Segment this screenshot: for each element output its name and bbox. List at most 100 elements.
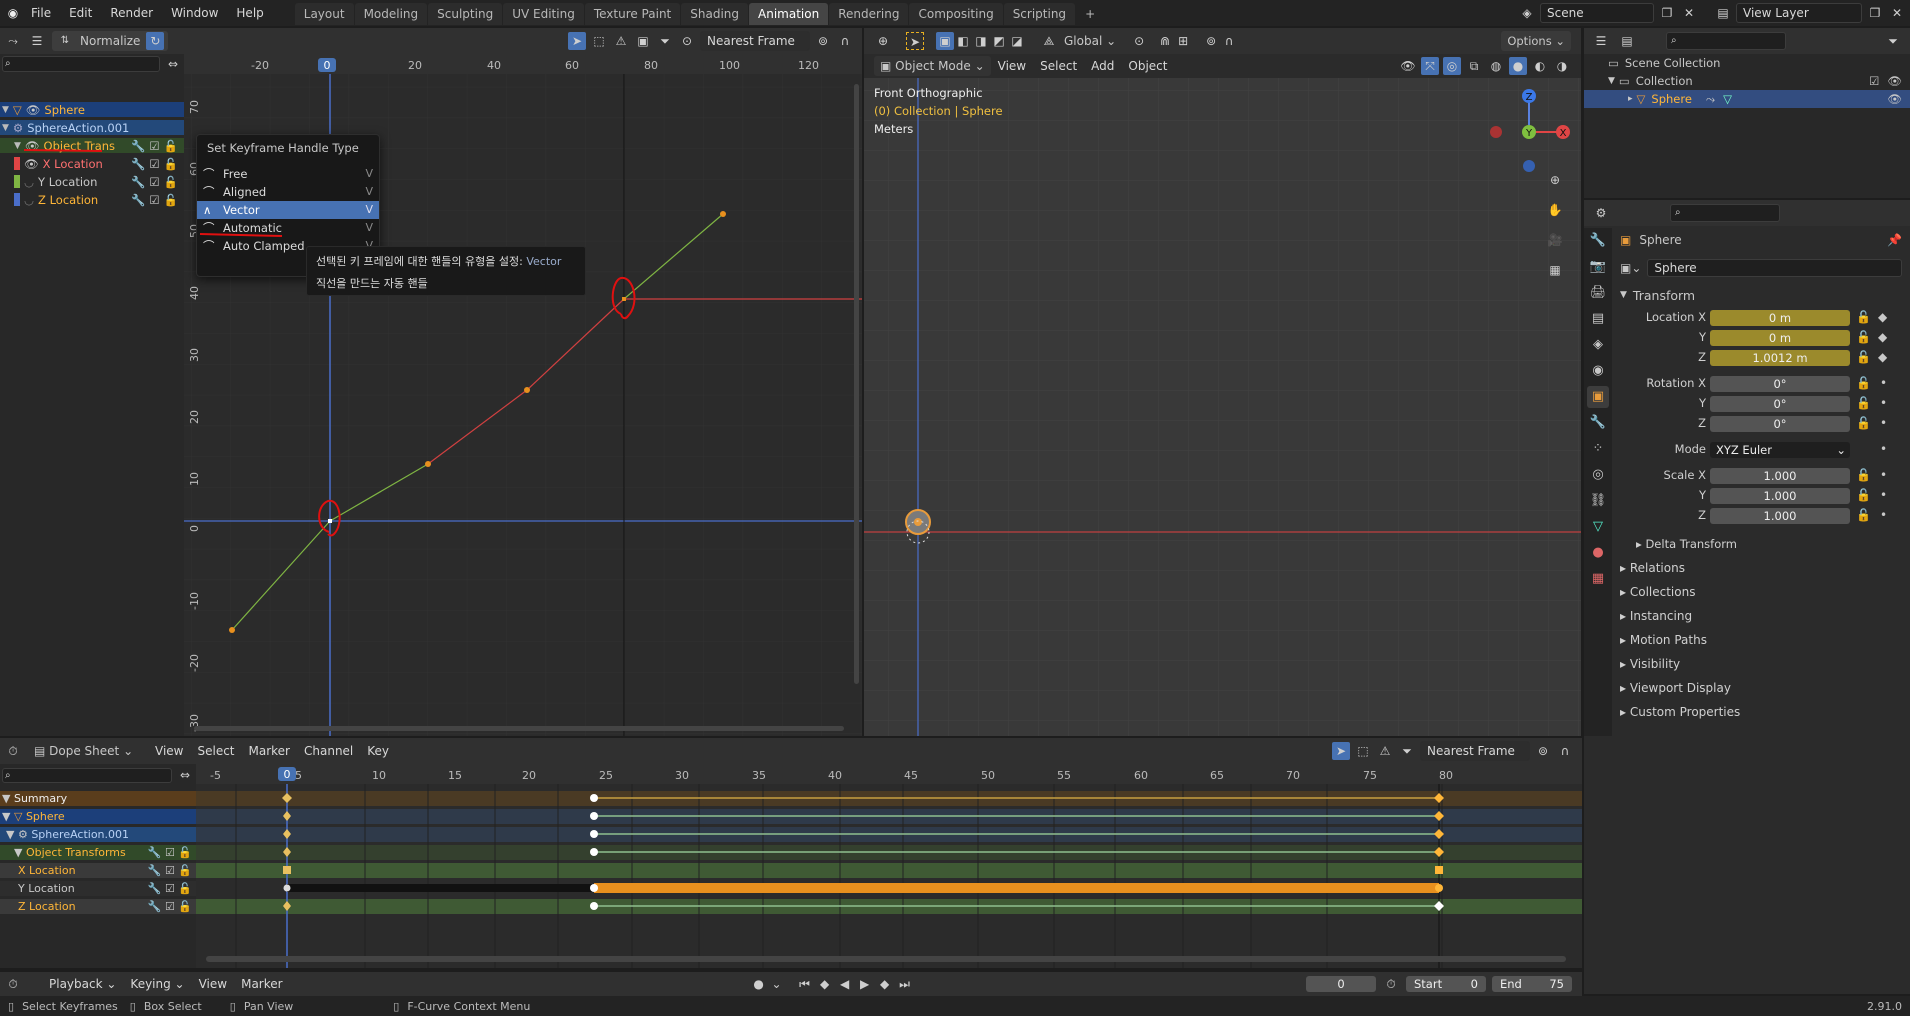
ds-keyframe[interactable] <box>590 812 598 820</box>
close-scene-icon[interactable]: ✕ <box>1680 4 1698 22</box>
delta-transform-panel[interactable]: ▸ Delta Transform <box>1614 534 1910 554</box>
location-z-field[interactable]: 1.0012 m <box>1710 350 1850 366</box>
viewport-menu-object[interactable]: Object <box>1121 55 1174 77</box>
play-reverse-icon[interactable]: ◀ <box>836 975 854 993</box>
editor-type-icon[interactable]: ⏱ <box>4 742 22 760</box>
end-frame-field[interactable]: End 75 <box>1492 976 1572 992</box>
outliner-search-input[interactable]: ⌕ <box>1666 32 1786 50</box>
proportional-edit-icon[interactable]: ⊚ <box>1202 32 1220 50</box>
menu-window[interactable]: Window <box>162 0 227 26</box>
tab-scripting[interactable]: Scripting <box>1003 3 1076 25</box>
lock-icon[interactable]: 🔓 <box>1856 508 1871 522</box>
visibility-eye-icon[interactable]: 👁 <box>1887 92 1902 106</box>
ds-keyframe[interactable] <box>590 830 598 838</box>
dopesheet-menu-select[interactable]: Select <box>190 740 241 762</box>
keyframe-dot-icon[interactable]: • <box>1880 508 1887 522</box>
display-mode-icon[interactable]: ▤ <box>1618 32 1636 50</box>
editor-type-icon[interactable]: ⤳ <box>4 32 22 50</box>
menu-item-free[interactable]: ⌒ Free V <box>197 165 379 183</box>
rotation-z-field[interactable]: 0° <box>1710 416 1850 432</box>
stopwatch-icon[interactable]: ⏱ <box>1382 975 1400 993</box>
visibility-icon[interactable]: 👁 <box>1399 57 1417 75</box>
grid-icon[interactable]: ▦ <box>1543 258 1567 282</box>
keyframe-handle[interactable] <box>229 627 235 633</box>
zoom-icon[interactable]: ⊕ <box>1543 168 1567 192</box>
copy-view-layer-icon[interactable]: ❐ <box>1866 4 1884 22</box>
particles-tab-icon[interactable]: ⁘ <box>1587 438 1609 460</box>
ds-keyframe[interactable] <box>590 902 598 910</box>
ds-keyframe[interactable] <box>590 794 598 802</box>
graph-channel-sphere[interactable]: ▼ ▽ 👁 Sphere <box>0 102 184 117</box>
snap-dropdown[interactable]: Nearest Frame ⌄ <box>700 31 810 66</box>
proportional-edit-icon[interactable]: ⊚ <box>814 32 832 50</box>
data-tab-icon[interactable]: ▽ <box>1587 516 1609 538</box>
tab-rendering[interactable]: Rendering <box>829 3 909 25</box>
output-tab-icon[interactable]: 🖨 <box>1587 282 1609 304</box>
ds-keyframe[interactable] <box>283 884 291 892</box>
scale-x-field[interactable]: 1.000 <box>1710 468 1850 484</box>
intersect-select-icon[interactable]: ◪ <box>1008 32 1026 50</box>
lock-icon[interactable]: 🔓 <box>164 139 178 153</box>
start-frame-field[interactable]: Start 0 <box>1406 976 1486 992</box>
select-tool-icon[interactable]: ➤ <box>906 32 924 50</box>
current-frame-field[interactable]: 0 <box>1306 976 1376 992</box>
xray-icon[interactable]: ⧉ <box>1465 57 1483 75</box>
snap-target-icon[interactable]: ⊞ <box>1174 32 1192 50</box>
graph-channel-y-location[interactable]: ◡ Y Location 🔧 ☑ 🔓 <box>0 174 184 189</box>
object-mode-dropdown[interactable]: ▣ Object Mode ⌄ <box>874 56 991 76</box>
properties-search-input[interactable]: ⌕ <box>1670 204 1780 222</box>
filter-icon[interactable]: ⏷ <box>1398 742 1416 760</box>
jump-end-icon[interactable]: ⏭ <box>896 975 914 993</box>
extend-select-icon[interactable]: ◧ <box>954 32 972 50</box>
pan-hand-icon[interactable]: ✋ <box>1543 198 1567 222</box>
next-keyframe-icon[interactable]: ◆ <box>876 975 894 993</box>
lock-icon[interactable]: 🔓 <box>164 193 178 207</box>
box-select-icon[interactable]: ⬚ <box>1354 742 1372 760</box>
editor-type-icon[interactable]: ⏱ <box>4 975 22 993</box>
invert-select-icon[interactable]: ◩ <box>990 32 1008 50</box>
keying-menu[interactable]: Keying ⌄ <box>123 973 191 995</box>
texture-tab-icon[interactable]: ▦ <box>1587 568 1609 590</box>
refresh-icon[interactable]: ↻ <box>146 32 165 50</box>
lock-icon[interactable]: 🔓 <box>164 157 178 171</box>
panel-relations[interactable]: ▸ Relations <box>1614 558 1910 578</box>
ds-scrollbar-horizontal[interactable] <box>206 956 1566 962</box>
graph-channel-x-location[interactable]: 👁 X Location 🔧 ☑ 🔓 <box>0 156 184 171</box>
box-select-icon[interactable]: ▣ <box>936 32 954 50</box>
lock-icon[interactable]: 🔓 <box>1856 376 1871 390</box>
pin-icon[interactable]: 📌 <box>1887 233 1902 247</box>
location-x-field[interactable]: 0 m <box>1710 310 1850 326</box>
location-y-field[interactable]: 0 m <box>1710 330 1850 346</box>
view-layer-selector[interactable]: ▤ View Layer ❐ ✕ <box>1714 3 1906 23</box>
ds-channel-sphere[interactable]: ▼ ▽ Sphere <box>0 809 196 824</box>
timeline-view-menu[interactable]: View <box>192 973 234 995</box>
constraints-tab-icon[interactable]: ⛓ <box>1587 490 1609 512</box>
expand-icon[interactable]: ▼ <box>1608 76 1615 86</box>
play-icon[interactable]: ▶ <box>856 975 874 993</box>
editor-type-icon[interactable]: ⊕ <box>874 32 892 50</box>
tab-shading[interactable]: Shading <box>681 3 748 25</box>
camera-icon[interactable]: 🎥 <box>1543 228 1567 252</box>
panel-visibility[interactable]: ▸ Visibility <box>1614 654 1910 674</box>
menu-file[interactable]: File <box>22 0 60 26</box>
tab-layout[interactable]: Layout <box>294 3 354 25</box>
material-shading-icon[interactable]: ◐ <box>1531 57 1549 75</box>
hidden-eye-icon[interactable]: ◡ <box>24 175 34 189</box>
ds-channel-z-location[interactable]: Z Location 🔧 ☑ 🔓 <box>0 899 196 914</box>
object-tab-icon[interactable]: ▣ <box>1587 386 1609 408</box>
outliner-collection[interactable]: ▼ ▭ Collection ☑ 👁 <box>1584 72 1910 90</box>
ds-channel-x-location[interactable]: X Location 🔧 ☑ 🔓 <box>0 863 196 878</box>
playback-menu[interactable]: Playback ⌄ <box>42 973 123 995</box>
viewport-canvas[interactable] <box>864 78 1581 736</box>
keyframe-handle[interactable] <box>720 211 726 217</box>
tab-sculpting[interactable]: Sculpting <box>428 3 503 25</box>
graph-channel-z-location[interactable]: ◡ Z Location 🔧 ☑ 🔓 <box>0 192 184 207</box>
overlays-icon[interactable]: ◎ <box>1443 57 1461 75</box>
ds-keyframe[interactable] <box>1435 884 1443 892</box>
falloff-icon[interactable]: ∩ <box>836 32 854 50</box>
keyframe-point[interactable] <box>328 519 332 523</box>
panel-custom-properties[interactable]: ▸ Custom Properties <box>1614 702 1910 722</box>
object-datablock-icon[interactable]: ▣⌄ <box>1620 261 1641 275</box>
lock-icon[interactable]: 🔓 <box>1856 330 1871 344</box>
panel-motion-paths[interactable]: ▸ Motion Paths <box>1614 630 1910 650</box>
